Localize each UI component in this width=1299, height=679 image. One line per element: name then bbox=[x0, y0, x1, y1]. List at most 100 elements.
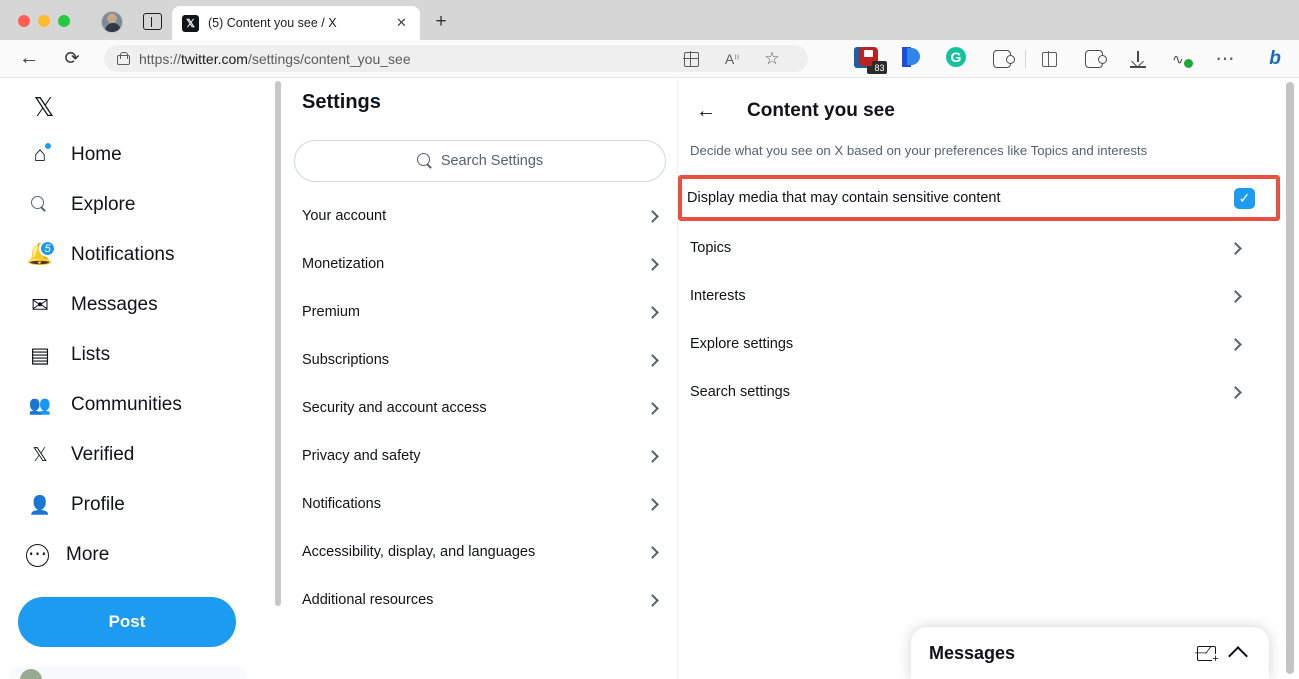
settings-item-subscriptions[interactable]: Subscriptions bbox=[283, 336, 677, 384]
grammarly-extension-icon[interactable]: G bbox=[946, 47, 970, 71]
browser-essentials-icon[interactable]: ∿ bbox=[1170, 47, 1194, 71]
heartbeat-glyph: ∿ bbox=[1172, 51, 1192, 67]
sidebar-item-label: Notifications bbox=[71, 244, 175, 266]
settings-more-icon[interactable]: ⋯ bbox=[1213, 47, 1237, 71]
sidebar-item-lists[interactable]: ▤ Lists bbox=[18, 332, 124, 378]
content-header: ← Content you see bbox=[679, 89, 1270, 133]
content-item-explore-settings[interactable]: Explore settings bbox=[679, 320, 1270, 368]
content-item-label: Interests bbox=[690, 288, 1231, 304]
puzzle-extensions-icon[interactable] bbox=[990, 47, 1014, 71]
sidebar-item-label: Communities bbox=[71, 394, 182, 416]
new-message-icon[interactable]: + bbox=[1193, 640, 1219, 666]
back-icon[interactable]: ← bbox=[18, 48, 40, 70]
maximize-window-button[interactable] bbox=[58, 15, 70, 27]
content-item-interests[interactable]: Interests bbox=[679, 272, 1270, 320]
chevron-up-icon[interactable] bbox=[1225, 640, 1251, 666]
content-item-label: Search settings bbox=[690, 384, 1231, 400]
favorite-star-icon[interactable]: ☆ bbox=[760, 47, 784, 71]
envelope-icon: ✉ bbox=[26, 291, 54, 319]
x-logo-icon[interactable]: 𝕏 bbox=[28, 91, 60, 123]
scrollbar-thumb[interactable] bbox=[1286, 82, 1294, 674]
reload-icon[interactable]: ⟳ bbox=[61, 48, 83, 70]
messages-dock[interactable]: Messages + bbox=[911, 627, 1269, 679]
sidebar-item-label: Verified bbox=[71, 444, 134, 466]
minimize-window-button[interactable] bbox=[38, 15, 50, 27]
red-extension-icon[interactable]: 83 bbox=[859, 47, 883, 71]
sidebar-item-explore[interactable]: Explore bbox=[18, 182, 149, 228]
new-tab-button[interactable]: + bbox=[431, 12, 451, 32]
sidebar-item-label: Profile bbox=[71, 494, 125, 516]
messages-dock-title: Messages bbox=[929, 643, 1187, 664]
settings-item-privacy-and-safety[interactable]: Privacy and safety bbox=[283, 432, 677, 480]
browser-tab-bar: 𝕏 (5) Content you see / X ✕ + bbox=[0, 0, 1299, 40]
sidebar-item-profile[interactable]: 👤 Profile bbox=[18, 482, 139, 528]
url-domain: twitter.com bbox=[181, 51, 248, 67]
settings-item-your-account[interactable]: Your account bbox=[283, 192, 677, 240]
settings-item-premium[interactable]: Premium bbox=[283, 288, 677, 336]
list-icon: ▤ bbox=[26, 341, 54, 369]
content-item-label: Explore settings bbox=[690, 336, 1231, 352]
sensitive-content-checkbox[interactable]: ✓ bbox=[1234, 188, 1255, 209]
tab-list-icon[interactable] bbox=[143, 13, 162, 30]
copilot-icon[interactable]: b bbox=[1261, 45, 1289, 73]
page-content: 𝕏 ⌂ Home Explore 🔔 5 Notifications ✉ Mes… bbox=[0, 79, 1299, 679]
notification-count-badge: 5 bbox=[39, 240, 56, 257]
download-arrow-glyph bbox=[1130, 51, 1146, 68]
account-switcher-peek[interactable] bbox=[8, 667, 248, 679]
home-icon: ⌂ bbox=[26, 141, 54, 169]
sensitive-content-row[interactable]: Display media that may contain sensitive… bbox=[687, 182, 1267, 214]
settings-item-label: Subscriptions bbox=[302, 352, 648, 368]
page-title: Settings bbox=[302, 91, 381, 114]
people-icon: 👥 bbox=[26, 391, 54, 419]
sidebar-item-label: Home bbox=[71, 144, 122, 166]
sidebar-item-verified[interactable]: 𝕏 Verified bbox=[18, 432, 148, 478]
settings-item-label: Accessibility, display, and languages bbox=[302, 544, 648, 560]
settings-item-label: Monetization bbox=[302, 256, 648, 272]
search-settings-input[interactable]: Search Settings bbox=[294, 140, 666, 182]
settings-item-label: Your account bbox=[302, 208, 648, 224]
content-item-topics[interactable]: Topics bbox=[679, 224, 1270, 272]
close-window-button[interactable] bbox=[18, 15, 30, 27]
settings-item-label: Premium bbox=[302, 304, 648, 320]
x-logo-favicon: 𝕏 bbox=[182, 15, 199, 32]
search-icon bbox=[26, 191, 54, 219]
chevron-right-icon bbox=[646, 450, 659, 463]
chevron-right-icon bbox=[646, 354, 659, 367]
sidebar-item-notifications[interactable]: 🔔 5 Notifications bbox=[18, 232, 189, 278]
chevron-right-icon bbox=[1229, 290, 1242, 303]
sensitive-content-label: Display media that may contain sensitive… bbox=[687, 190, 1234, 206]
split-screen-icon[interactable] bbox=[679, 47, 703, 71]
settings-item-accessibility-display-and-languages[interactable]: Accessibility, display, and languages bbox=[283, 528, 677, 576]
back-arrow-icon[interactable]: ← bbox=[691, 96, 721, 126]
search-placeholder: Search Settings bbox=[441, 153, 543, 169]
x-sidebar: 𝕏 ⌂ Home Explore 🔔 5 Notifications ✉ Mes… bbox=[0, 79, 275, 679]
settings-item-security-and-account-access[interactable]: Security and account access bbox=[283, 384, 677, 432]
url-path: /settings/content_you_see bbox=[248, 51, 411, 67]
sidebar-item-messages[interactable]: ✉ Messages bbox=[18, 282, 172, 328]
add-collection-icon[interactable] bbox=[1082, 47, 1106, 71]
sidebar-item-home[interactable]: ⌂ Home bbox=[18, 132, 136, 178]
tab-title: (5) Content you see / X bbox=[208, 16, 393, 30]
downloads-icon[interactable] bbox=[1126, 47, 1150, 71]
post-button[interactable]: Post bbox=[18, 597, 236, 647]
read-aloud-icon[interactable]: A⁾⁾ bbox=[720, 47, 744, 71]
sidebar-item-communities[interactable]: 👥 Communities bbox=[18, 382, 196, 428]
more-circle-icon: ⋯ bbox=[26, 544, 49, 567]
sidebar-item-more[interactable]: ⋯ More bbox=[18, 532, 123, 578]
scrollbar-thumb[interactable] bbox=[275, 81, 281, 606]
sidebar-scrollbar[interactable] bbox=[274, 79, 283, 679]
close-icon[interactable]: ✕ bbox=[393, 15, 410, 32]
window-traffic-lights bbox=[18, 15, 70, 27]
blue-d-extension-icon[interactable] bbox=[901, 47, 925, 71]
settings-item-monetization[interactable]: Monetization bbox=[283, 240, 677, 288]
split-screen-toggle-icon[interactable] bbox=[1037, 47, 1061, 71]
content-item-search-settings[interactable]: Search settings bbox=[679, 368, 1270, 416]
chevron-right-icon bbox=[1229, 386, 1242, 399]
page-scrollbar[interactable] bbox=[1282, 79, 1299, 679]
settings-item-additional-resources[interactable]: Additional resources bbox=[283, 576, 677, 624]
browser-tab-active[interactable]: 𝕏 (5) Content you see / X ✕ bbox=[172, 6, 420, 40]
browser-profile-avatar[interactable] bbox=[101, 11, 123, 33]
settings-item-notifications[interactable]: Notifications bbox=[283, 480, 677, 528]
settings-item-label: Security and account access bbox=[302, 400, 648, 416]
url-text: https://twitter.com/settings/content_you… bbox=[139, 51, 411, 67]
